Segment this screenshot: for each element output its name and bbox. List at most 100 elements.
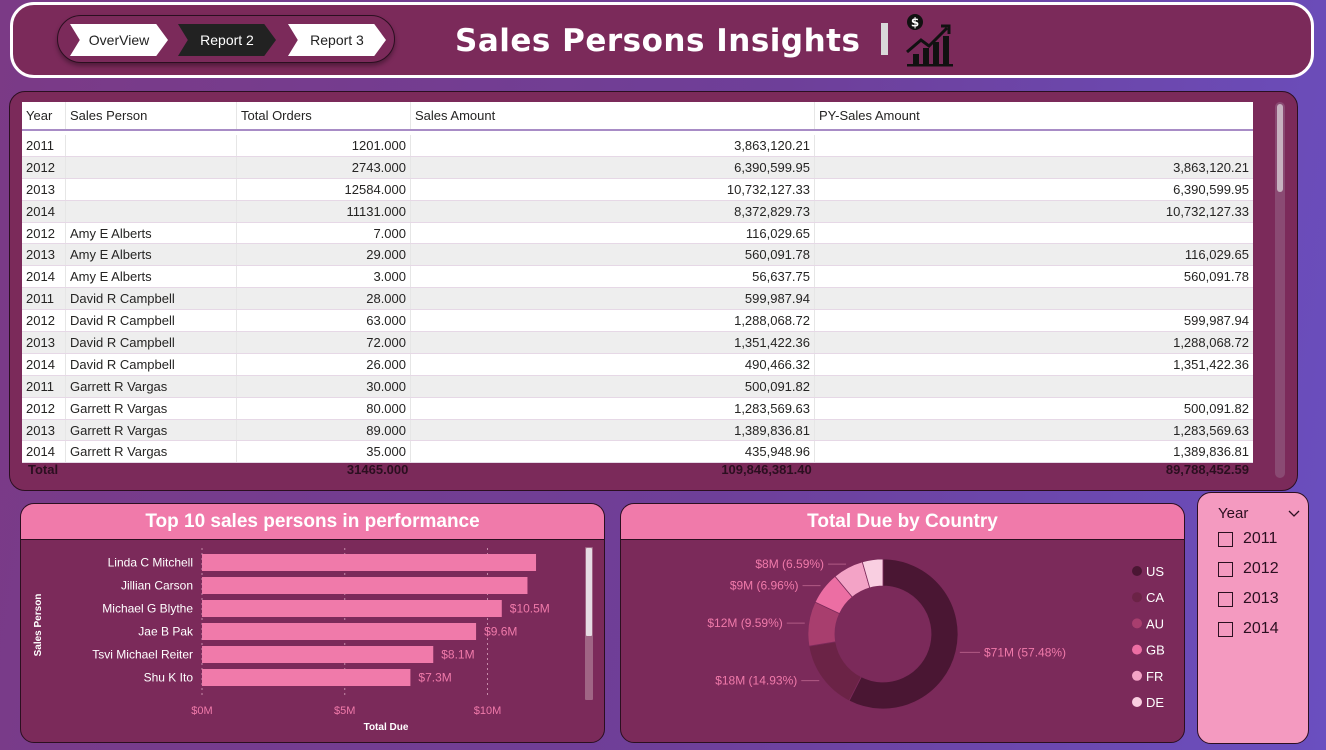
table-row[interactable]: 2011 David R Campbell 28.000 599,987.94 [22,288,1253,311]
bar [202,600,502,617]
cell-py-sales-amount: 1,351,422.36 [1173,356,1249,372]
cell-py-sales-amount: 500,091.82 [1183,400,1249,416]
cell-year: 2012 [22,156,66,178]
total-blank [68,459,239,479]
table-row[interactable]: 2011 1201.000 3,863,120.21 [22,135,1253,157]
cell-sales-person: Garrett R Vargas [66,419,237,441]
legend-label: AU [1146,616,1164,631]
table-row[interactable]: 2013 Garrett R Vargas 89.000 1,389,836.81 1,… [22,419,1253,442]
table-row[interactable]: 2011 Garrett R Vargas 30.000 500,091.82 [22,375,1253,398]
table-row[interactable]: 2013 12584.000 10,732,127.33 6,390,599.95 [22,178,1253,201]
cell-total-orders: 80.000 [237,397,411,419]
slicer-header[interactable]: Year [1218,505,1300,522]
total-orders: 31465.000 [346,461,409,477]
cell-total-orders: 11131.000 [237,200,411,222]
cell-year: 2012 [22,397,66,419]
bar [202,669,411,686]
cell-year: 2012 [22,222,66,244]
cell-sales-person: David R Campbell [66,353,237,375]
cell-total-orders: 30.000 [237,375,411,397]
cell-sales-person: Amy E Alberts [66,222,237,244]
cell-py-sales-amount: 599,987.94 [1183,313,1249,329]
cell-py-sales-amount: 560,091.78 [1183,269,1249,285]
page-title: Sales Persons Insights [455,23,861,59]
cell-py-sales-amount: 6,390,599.95 [1173,181,1249,197]
cell-year: 2012 [22,310,66,332]
cell-sales-amount: 490,466.32 [411,353,815,375]
cell-sales-person: David R Campbell [66,332,237,353]
table-row[interactable]: 2014 David R Campbell 26.000 490,466.32 1,35… [22,353,1253,376]
data-label: $10.5M [510,602,550,616]
table-scrollbar-thumb[interactable] [1277,104,1283,192]
cell-py-sales-amount [815,376,1253,397]
donut-chart: $71M (57.48%) $18M (14.93%) $12M (9.59%) $9… [707,557,1164,710]
cell-total-orders: 28.000 [237,288,411,310]
cell-py-sales-amount [815,135,1253,156]
table-row[interactable]: 2014 11131.000 8,372,829.73 10,732,127.33 [22,200,1253,223]
sales-table-panel: Year Sales Person Total Orders Sales Amo… [9,91,1298,491]
nav-report3-button[interactable]: Report 3 [288,24,386,56]
legend-label: FR [1146,669,1163,684]
cell-py-sales-amount: 3,863,120.21 [1173,159,1249,175]
cell-py-sales-amount: 1,283,569.63 [1173,422,1249,438]
legend-marker [1132,618,1142,629]
table-row[interactable]: 2012 Amy E Alberts 7.000 116,029.65 [22,222,1253,245]
total-label: Total [28,461,59,477]
column-header-py-sales-amount[interactable]: PY-Sales Amount [815,102,1253,129]
column-header-sales-amount[interactable]: Sales Amount [411,102,815,129]
cell-sales-amount: 6,390,599.95 [411,156,815,178]
slicer-option-2013[interactable]: 2013 [1218,590,1279,608]
legend-label: DE [1146,695,1164,710]
chevron-down-icon[interactable] [1288,510,1300,518]
checkbox[interactable] [1218,531,1233,547]
legend-marker [1132,670,1142,681]
total-sales-amount: 109,846,381.40 [721,461,812,477]
cell-year: 2014 [22,266,66,288]
table-row[interactable]: 2012 David R Campbell 63.000 1,288,068.72 59… [22,310,1253,333]
x-tick-label: $0M [191,705,212,717]
column-header-sales-person[interactable]: Sales Person [66,102,237,129]
cell-sales-person: David R Campbell [66,288,237,310]
data-label: $12M (9.59%) [707,616,782,630]
cell-year: 2011 [22,375,66,397]
checkbox[interactable] [1218,561,1233,577]
cell-sales-amount: 1,351,422.36 [411,332,815,353]
table-total-row: Total 31465.000 109,846,381.40 89,788,45… [24,459,1253,479]
slicer-option-2012[interactable]: 2012 [1218,560,1279,578]
y-tick-label: Tsvi Michael Reiter [92,648,193,662]
legend-marker [1132,644,1142,655]
chart-scrollbar-thumb[interactable] [586,548,592,636]
table-row[interactable]: 2013 David R Campbell 72.000 1,351,422.36 1,… [22,332,1253,354]
slicer-option-2014[interactable]: 2014 [1218,620,1279,638]
total-due-country-card: Total Due by Country $71M (57.48%) $18M (… [620,503,1185,743]
table-header-row: Year Sales Person Total Orders Sales Amo… [22,102,1253,131]
cell-sales-person [66,200,237,222]
svg-text:$: $ [911,16,919,30]
cell-total-orders: 3.000 [237,266,411,288]
column-header-total-orders[interactable]: Total Orders [237,102,411,129]
cell-sales-amount: 3,863,120.21 [411,135,815,156]
y-tick-label: Jillian Carson [121,579,193,593]
checkbox[interactable] [1218,591,1233,607]
slicer-option-label: 2011 [1243,530,1278,547]
legend-marker [1132,566,1142,576]
cell-sales-amount: 56,637.75 [411,266,815,288]
column-header-year[interactable]: Year [22,102,66,129]
year-slicer: Year 2011 2012 2013 2014 [1197,492,1309,744]
checkbox[interactable] [1218,621,1233,637]
slicer-option-label: 2012 [1243,560,1279,577]
legend-marker [1132,592,1142,603]
table-row[interactable]: 2013 Amy E Alberts 29.000 560,091.78 116,029… [22,244,1253,267]
slicer-option-2011[interactable]: 2011 [1218,530,1277,548]
total-py-sales-amount: 89,788,452.59 [1165,461,1249,477]
y-tick-label: Jae B Pak [138,625,194,639]
table-row[interactable]: 2012 Garrett R Vargas 80.000 1,283,569.63 50… [22,397,1253,420]
legend-label: US [1146,564,1164,579]
nav-overview-button[interactable]: OverView [70,24,168,56]
table-row[interactable]: 2014 Amy E Alberts 3.000 56,637.75 560,091.7… [22,266,1253,289]
bar [202,554,537,571]
nav-report2-button[interactable]: Report 2 [178,24,276,56]
slicer-option-label: 2013 [1243,590,1279,607]
table-row[interactable]: 2012 2743.000 6,390,599.95 3,863,120.21 [22,156,1253,179]
cell-total-orders: 2743.000 [237,156,411,178]
